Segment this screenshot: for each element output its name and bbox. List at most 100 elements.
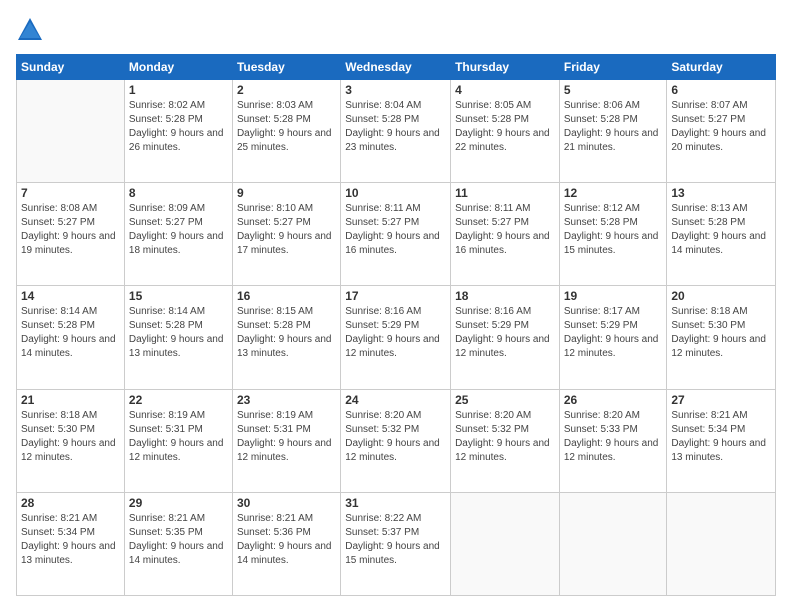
calendar-cell: 1 Sunrise: 8:02 AMSunset: 5:28 PMDaylight…: [124, 80, 232, 183]
day-info: Sunrise: 8:21 AMSunset: 5:34 PMDaylight:…: [671, 409, 771, 465]
weekday-header-saturday: Saturday: [667, 55, 776, 80]
calendar-header: SundayMondayTuesdayWednesdayThursdayFrid…: [17, 55, 776, 80]
calendar-cell: 3 Sunrise: 8:04 AMSunset: 5:28 PMDaylight…: [341, 80, 451, 183]
day-number: 28: [21, 496, 120, 510]
calendar-body: 1 Sunrise: 8:02 AMSunset: 5:28 PMDaylight…: [17, 80, 776, 596]
day-number: 7: [21, 186, 120, 200]
calendar-cell: 15 Sunrise: 8:14 AMSunset: 5:28 PMDayligh…: [124, 286, 232, 389]
weekday-header-monday: Monday: [124, 55, 232, 80]
day-info: Sunrise: 8:16 AMSunset: 5:29 PMDaylight:…: [345, 305, 446, 361]
day-info: Sunrise: 8:21 AMSunset: 5:36 PMDaylight:…: [237, 512, 336, 568]
day-number: 24: [345, 393, 446, 407]
calendar-cell: 5 Sunrise: 8:06 AMSunset: 5:28 PMDaylight…: [559, 80, 667, 183]
day-info: Sunrise: 8:09 AMSunset: 5:27 PMDaylight:…: [129, 202, 228, 258]
day-number: 30: [237, 496, 336, 510]
day-info: Sunrise: 8:08 AMSunset: 5:27 PMDaylight:…: [21, 202, 120, 258]
day-info: Sunrise: 8:07 AMSunset: 5:27 PMDaylight:…: [671, 99, 771, 155]
calendar-cell: 11 Sunrise: 8:11 AMSunset: 5:27 PMDayligh…: [451, 183, 560, 286]
calendar-cell: 7 Sunrise: 8:08 AMSunset: 5:27 PMDaylight…: [17, 183, 125, 286]
day-info: Sunrise: 8:05 AMSunset: 5:28 PMDaylight:…: [455, 99, 555, 155]
day-info: Sunrise: 8:16 AMSunset: 5:29 PMDaylight:…: [455, 305, 555, 361]
day-number: 10: [345, 186, 446, 200]
day-number: 14: [21, 289, 120, 303]
day-info: Sunrise: 8:04 AMSunset: 5:28 PMDaylight:…: [345, 99, 446, 155]
day-info: Sunrise: 8:22 AMSunset: 5:37 PMDaylight:…: [345, 512, 446, 568]
calendar-cell: 26 Sunrise: 8:20 AMSunset: 5:33 PMDayligh…: [559, 389, 667, 492]
day-info: Sunrise: 8:15 AMSunset: 5:28 PMDaylight:…: [237, 305, 336, 361]
calendar-cell: 27Sunrise: 8:21 AMSunset: 5:34 PMDayligh…: [667, 389, 776, 492]
calendar-cell: 9Sunrise: 8:10 AMSunset: 5:27 PMDaylight…: [232, 183, 340, 286]
calendar-cell: 20 Sunrise: 8:18 AMSunset: 5:30 PMDayligh…: [667, 286, 776, 389]
day-info: Sunrise: 8:21 AMSunset: 5:35 PMDaylight:…: [129, 512, 228, 568]
calendar-cell: 18Sunrise: 8:16 AMSunset: 5:29 PMDayligh…: [451, 286, 560, 389]
day-info: Sunrise: 8:02 AMSunset: 5:28 PMDaylight:…: [129, 99, 228, 155]
day-number: 20: [671, 289, 771, 303]
calendar-cell: 30 Sunrise: 8:21 AMSunset: 5:36 PMDayligh…: [232, 492, 340, 595]
day-number: 9: [237, 186, 336, 200]
day-info: Sunrise: 8:06 AMSunset: 5:28 PMDaylight:…: [564, 99, 663, 155]
day-number: 29: [129, 496, 228, 510]
day-info: Sunrise: 8:19 AMSunset: 5:31 PMDaylight:…: [237, 409, 336, 465]
calendar-week-row: 7 Sunrise: 8:08 AMSunset: 5:27 PMDaylight…: [17, 183, 776, 286]
calendar-cell: 8 Sunrise: 8:09 AMSunset: 5:27 PMDaylight…: [124, 183, 232, 286]
day-number: 5: [564, 83, 663, 97]
day-number: 22: [129, 393, 228, 407]
day-info: Sunrise: 8:14 AMSunset: 5:28 PMDaylight:…: [129, 305, 228, 361]
day-number: 11: [455, 186, 555, 200]
day-number: 25: [455, 393, 555, 407]
calendar-cell: 16 Sunrise: 8:15 AMSunset: 5:28 PMDayligh…: [232, 286, 340, 389]
calendar-cell: [451, 492, 560, 595]
calendar-week-row: 1 Sunrise: 8:02 AMSunset: 5:28 PMDaylight…: [17, 80, 776, 183]
day-info: Sunrise: 8:18 AMSunset: 5:30 PMDaylight:…: [21, 409, 120, 465]
day-number: 6: [671, 83, 771, 97]
calendar-cell: 28 Sunrise: 8:21 AMSunset: 5:34 PMDayligh…: [17, 492, 125, 595]
day-number: 3: [345, 83, 446, 97]
day-info: Sunrise: 8:13 AMSunset: 5:28 PMDaylight:…: [671, 202, 771, 258]
day-info: Sunrise: 8:18 AMSunset: 5:30 PMDaylight:…: [671, 305, 771, 361]
day-info: Sunrise: 8:11 AMSunset: 5:27 PMDaylight:…: [455, 202, 555, 258]
day-number: 16: [237, 289, 336, 303]
calendar-cell: [667, 492, 776, 595]
calendar-cell: 23Sunrise: 8:19 AMSunset: 5:31 PMDayligh…: [232, 389, 340, 492]
weekday-header-sunday: Sunday: [17, 55, 125, 80]
day-number: 13: [671, 186, 771, 200]
day-number: 8: [129, 186, 228, 200]
calendar-week-row: 14 Sunrise: 8:14 AMSunset: 5:28 PMDayligh…: [17, 286, 776, 389]
calendar-cell: 19 Sunrise: 8:17 AMSunset: 5:29 PMDayligh…: [559, 286, 667, 389]
day-info: Sunrise: 8:20 AMSunset: 5:32 PMDaylight:…: [455, 409, 555, 465]
calendar-cell: 6 Sunrise: 8:07 AMSunset: 5:27 PMDaylight…: [667, 80, 776, 183]
day-number: 15: [129, 289, 228, 303]
calendar-cell: 24Sunrise: 8:20 AMSunset: 5:32 PMDayligh…: [341, 389, 451, 492]
day-info: Sunrise: 8:03 AMSunset: 5:28 PMDaylight:…: [237, 99, 336, 155]
header: [16, 16, 776, 44]
day-info: Sunrise: 8:21 AMSunset: 5:34 PMDaylight:…: [21, 512, 120, 568]
weekday-header-friday: Friday: [559, 55, 667, 80]
calendar-week-row: 28 Sunrise: 8:21 AMSunset: 5:34 PMDayligh…: [17, 492, 776, 595]
day-number: 2: [237, 83, 336, 97]
day-info: Sunrise: 8:20 AMSunset: 5:33 PMDaylight:…: [564, 409, 663, 465]
weekday-header-wednesday: Wednesday: [341, 55, 451, 80]
weekday-header-tuesday: Tuesday: [232, 55, 340, 80]
calendar-cell: 17 Sunrise: 8:16 AMSunset: 5:29 PMDayligh…: [341, 286, 451, 389]
day-number: 31: [345, 496, 446, 510]
weekday-header-thursday: Thursday: [451, 55, 560, 80]
day-info: Sunrise: 8:12 AMSunset: 5:28 PMDaylight:…: [564, 202, 663, 258]
day-info: Sunrise: 8:14 AMSunset: 5:28 PMDaylight:…: [21, 305, 120, 361]
calendar-cell: 12Sunrise: 8:12 AMSunset: 5:28 PMDayligh…: [559, 183, 667, 286]
calendar-cell: [17, 80, 125, 183]
day-number: 1: [129, 83, 228, 97]
calendar-cell: 14 Sunrise: 8:14 AMSunset: 5:28 PMDayligh…: [17, 286, 125, 389]
day-number: 26: [564, 393, 663, 407]
calendar-cell: 2 Sunrise: 8:03 AMSunset: 5:28 PMDaylight…: [232, 80, 340, 183]
calendar-cell: 21Sunrise: 8:18 AMSunset: 5:30 PMDayligh…: [17, 389, 125, 492]
day-number: 19: [564, 289, 663, 303]
calendar-cell: 10Sunrise: 8:11 AMSunset: 5:27 PMDayligh…: [341, 183, 451, 286]
day-info: Sunrise: 8:17 AMSunset: 5:29 PMDaylight:…: [564, 305, 663, 361]
logo: [16, 16, 48, 44]
page: SundayMondayTuesdayWednesdayThursdayFrid…: [0, 0, 792, 612]
day-number: 4: [455, 83, 555, 97]
calendar-table: SundayMondayTuesdayWednesdayThursdayFrid…: [16, 54, 776, 596]
day-number: 17: [345, 289, 446, 303]
logo-icon: [16, 16, 44, 44]
calendar-cell: 13 Sunrise: 8:13 AMSunset: 5:28 PMDayligh…: [667, 183, 776, 286]
